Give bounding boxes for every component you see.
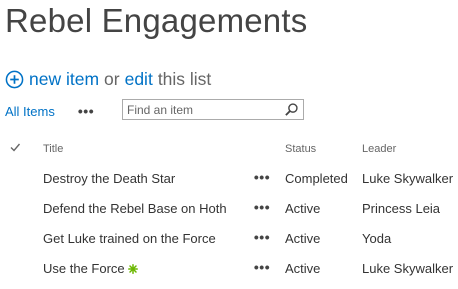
magnifier-icon[interactable] [284,102,299,117]
list-header: Title Status Leader [0,140,458,160]
item-leader: Luke Skywalker [362,261,454,276]
item-title-link[interactable]: Get Luke trained on the Force [43,231,216,246]
new-item-link[interactable]: new item [29,69,99,90]
view-all-items-link[interactable]: All Items [5,104,55,119]
item-status: Active [285,231,321,246]
column-header-status[interactable]: Status [285,143,316,155]
column-header-leader[interactable]: Leader [362,143,396,155]
or-text: or [104,68,120,89]
new-item-sparkle-icon [127,264,138,274]
item-status: Active [285,261,321,276]
search-input[interactable] [127,101,277,118]
page-title: Rebel Engagements [5,2,308,39]
item-title-link[interactable]: Destroy the Death Star [43,171,175,186]
list-item[interactable]: Defend the Rebel Base on Hoth ••• Active… [0,195,458,225]
item-status: Active [285,201,321,216]
item-leader: Princess Leia [362,201,441,216]
item-leader: Yoda [362,231,392,246]
item-title-cell: Use the Force [43,261,138,276]
circle-plus-icon[interactable] [5,70,24,89]
column-header-title[interactable]: Title [43,143,63,155]
view-selector: All Items ••• [5,99,94,123]
view-more-button[interactable]: ••• [76,99,96,123]
item-leader: Luke Skywalker [362,171,454,186]
search-box [122,99,304,120]
list-item[interactable]: Get Luke trained on the Force ••• Active… [0,225,458,255]
list-item[interactable]: Destroy the Death Star ••• Completed Luk… [0,165,458,195]
item-menu-button[interactable]: ••• [253,229,271,249]
select-all-checkmark-icon[interactable] [9,141,21,153]
item-menu-button[interactable]: ••• [253,259,271,279]
item-menu-button[interactable]: ••• [253,169,271,189]
list-item[interactable]: Use the Force ••• Active Luke Skywalker [0,255,458,285]
this-list-text: this list [157,68,212,89]
item-menu-button[interactable]: ••• [253,199,271,219]
item-title-link[interactable]: Use the Force [43,261,125,276]
command-line: new item or edit this list [5,67,211,91]
item-title-link[interactable]: Defend the Rebel Base on Hoth [43,201,227,216]
item-status: Completed [285,171,348,186]
edit-link[interactable]: edit [125,69,153,90]
